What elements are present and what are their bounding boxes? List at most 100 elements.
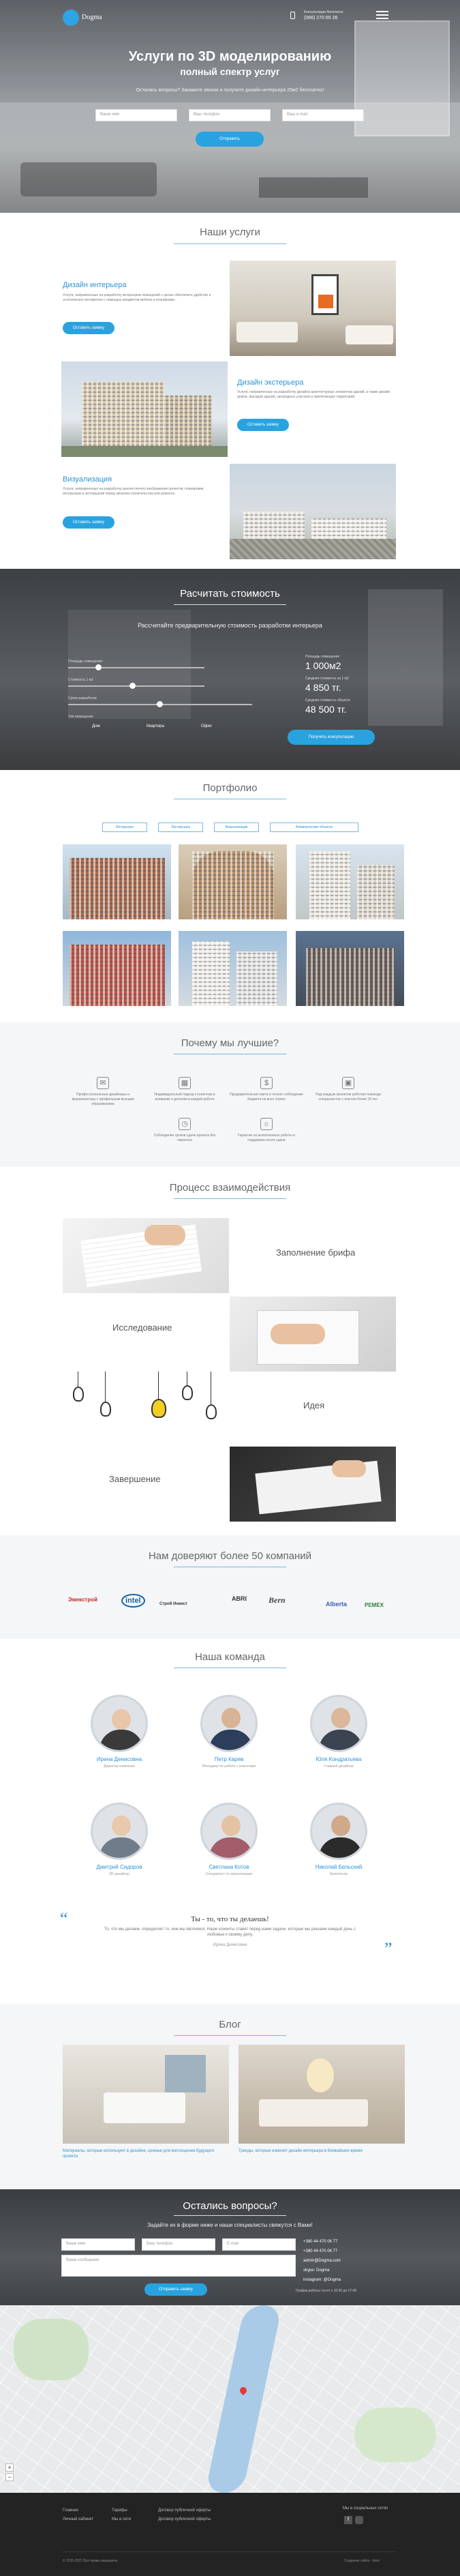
credit[interactable]: Создание сайта - lotos [344,2559,380,2563]
map-zoom-out[interactable]: − [5,2473,14,2481]
contact-hours: График работы: пн-пт с 10:00 до 17:00 [296,2289,357,2293]
portfolio-item[interactable] [296,844,404,919]
calendar-icon: ▦ [179,1077,191,1089]
footer-link[interactable]: Договор публичной оферты [158,2515,211,2524]
calc-price-label: Средняя стоимость за 1 м2 [305,677,349,681]
why-title: Почему мы лучшие? [181,1037,279,1049]
process-image-idea [63,1372,229,1447]
process-image-finish [230,1447,396,1522]
services-title: Наши услуги [200,226,260,238]
blog-post-title[interactable]: Материалы, которые используют в дизайне,… [63,2148,226,2159]
service-exterior-button[interactable]: Оставить заявку [237,419,289,431]
calc-field2-label: Стоимость 1 м2 [68,678,93,682]
footer-link[interactable]: Главная [63,2506,93,2515]
hero-question: Остались вопросы? Закажите звонок и полу… [136,88,324,93]
portfolio-item[interactable] [63,931,171,1006]
calc-slider-3[interactable] [68,701,252,707]
team-section: Наша команда Ирина Денисовна Директор ком… [0,1639,460,2004]
contact-email-input[interactable]: E-mail [222,2238,296,2251]
contact-phone-input[interactable]: Ваш телефон [142,2238,215,2251]
brand-name: Dogma [82,14,102,21]
portfolio-item[interactable] [63,844,171,919]
portfolio-title: Портфолио [202,782,258,794]
calc-field1-label: Площадь помещения [68,660,102,664]
copyright: © 2015-2021 Все права защищены [63,2559,118,2563]
sun-icon: ☼ [260,1118,273,1130]
step-finish: Завершение [109,1474,161,1484]
portfolio-item[interactable] [179,844,287,919]
team-member: Николай Бельский Архитектор [298,1803,380,1876]
avatar [310,1803,367,1860]
contact-name-input[interactable]: Ваше имя [61,2238,135,2251]
why-item: $ Предварительная смета и точное соблюден… [229,1077,304,1102]
contact-phone-2[interactable]: +380 44 470 06 77 [303,2249,337,2253]
facebook-icon[interactable]: f [344,2516,352,2524]
calc-option-flat[interactable]: Квартира [147,724,164,728]
calc-option-office[interactable]: Офис [201,724,212,728]
portfolio-item[interactable] [296,931,404,1006]
calc-area-value: 1 000м2 [305,660,341,671]
hero-phone-input[interactable]: Ваш телефон [189,109,271,121]
footer-link[interactable]: Личный кабинет [63,2515,93,2524]
client-logo: Bern [269,1595,286,1605]
clients-section: Нам доверяют более 50 компаний Эмекстрой… [0,1535,460,1639]
service-interior-name: Дизайн интерьера [63,281,127,289]
service-visual-name: Визуализация [63,475,112,484]
instagram-icon[interactable] [355,2516,363,2524]
quote-title: Ты - то, что ты делаешь! [191,1915,269,1923]
contact-caption: Консультации бесплатно [304,10,343,14]
quote-text: То, что мы делаем, определяет то, кем мы… [104,1927,356,1937]
portfolio-tab-commercial[interactable]: Коммерческие объекты [270,823,358,832]
calc-slider-1[interactable] [68,664,204,670]
calc-price-value: 4 850 тг. [305,682,341,693]
client-logo: Эмекстрой [68,1597,98,1603]
portfolio-item[interactable] [179,931,287,1006]
footer-link[interactable]: Договор публичной оферты [158,2506,211,2515]
portfolio-tab-visual[interactable]: Визуализация [214,823,259,832]
contact-phone-1[interactable]: +380 44 470 06 77 [303,2240,337,2244]
contact-message-input[interactable]: Ваше сообщение [61,2255,296,2277]
contact-instagram[interactable]: instagram: @Dogma [303,2278,341,2282]
service-interior-button[interactable]: Оставить заявку [63,322,114,334]
hamburger-icon[interactable] [376,11,388,19]
calc-slider-2[interactable] [68,683,204,689]
header-phone[interactable]: (066) 270 65 26 [304,16,337,20]
calc-consult-button[interactable]: Получить консультацию [288,730,375,745]
why-item: ▦ Индивидуальный подход к клиентам и вним… [147,1077,222,1102]
why-item: ◷ Соблюдение сроков сдачи проекта без пер… [147,1118,222,1143]
contact-email[interactable]: admin@Dogma.com [303,2259,341,2263]
portfolio-tab-exteriors[interactable]: Экстерьеры [158,823,203,832]
logo[interactable] [63,10,79,26]
step-research: Исследование [112,1322,172,1333]
map[interactable]: + − [0,2305,460,2493]
service-exterior-image [61,361,228,457]
why-item: ✉ Профессиональные дизайнеры и визуализат… [65,1077,140,1107]
why-item: ▣ Над каждым проектом работает команда сп… [311,1077,386,1102]
footer-link[interactable]: Мы в сети [112,2515,131,2524]
calc-option-house[interactable]: Дом [92,724,100,728]
service-visual-button[interactable]: Оставить заявку [63,516,114,529]
title-divider [174,243,286,244]
portfolio-tab-interiors[interactable]: Интерьеры [102,823,147,832]
contact-submit-button[interactable]: Отправить заявку [144,2283,207,2296]
map-zoom-in[interactable]: + [5,2463,14,2472]
contact-skype[interactable]: skype: Dogma [303,2268,329,2272]
team-title: Наша команда [195,1651,265,1663]
hero-email-input[interactable]: Ваш e-mail [282,109,364,121]
hero-name-input[interactable]: Ваше имя [95,109,177,121]
client-logo: Alberta [326,1601,348,1608]
map-forest [14,2319,89,2380]
footer-link[interactable]: Тарифы [112,2506,131,2515]
contact-title: Остались вопросы? [183,2200,277,2212]
service-exterior-text: Услуги, направленные на разработку дизай… [237,390,390,399]
hero-submit-button[interactable]: Отправить [196,132,264,147]
blog-post-image[interactable] [239,2045,405,2144]
avatar [310,1695,367,1752]
service-interior-text: Услуги, направленные на разработку интер… [63,293,211,302]
blog-post-image[interactable] [63,2045,229,2144]
team-member: Юля Кондратьева Главный дизайнер [298,1695,380,1768]
contact-section: Остались вопросы? Задайте их в форме ниж… [0,2189,460,2305]
process-section: Процесс взаимодействия Заполнение брифа … [0,1167,460,1535]
blog-post-title[interactable]: Тренды, которые изменят дизайн интерьера… [239,2148,402,2154]
clock-icon: ◷ [179,1118,191,1130]
